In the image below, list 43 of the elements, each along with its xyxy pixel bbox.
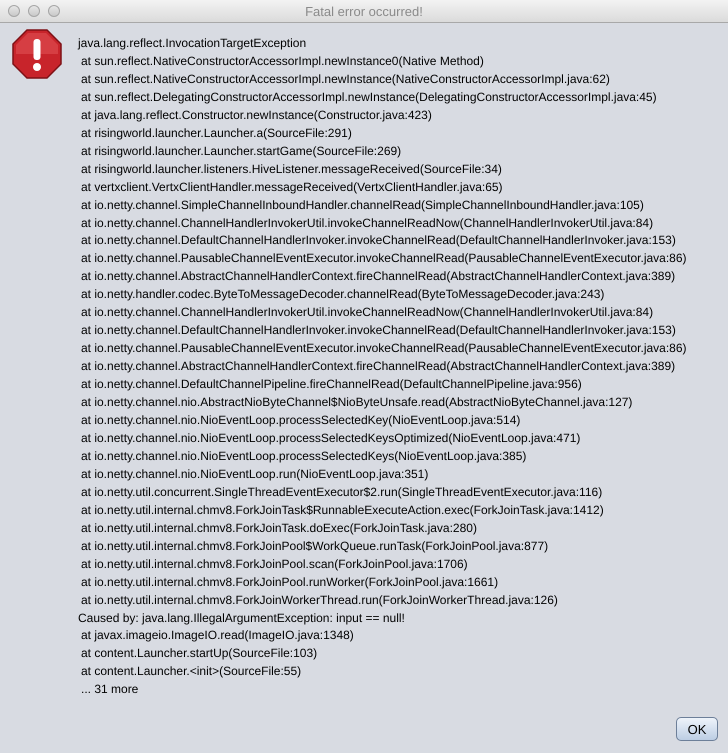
- error-icon: [12, 29, 62, 79]
- stack-trace-line: at io.netty.channel.DefaultChannelHandlerInvoker.invokeChannelRead(DefaultChannelHandlerInvoker.java:153): [80, 232, 676, 250]
- stack-trace-line: at sun.reflect.DelegatingConstructorAccessorImpl.newInstance(DelegatingConstructorAccessorImpl.java:45): [80, 88, 657, 106]
- stack-trace-line: at io.netty.util.internal.chmv8.ForkJoinTask$RunnableExecuteAction.exec(ForkJoinTask.java:1412): [80, 502, 604, 519]
- stack-trace-line: at io.netty.channel.ChannelHandlerInvokerUtil.invokeChannelReadNow(ChannelHandlerInvokerUtil.java:84): [80, 304, 654, 322]
- stack-trace-line: at io.netty.handler.codec.ByteToMessageDecoder.channelRead(ByteToMessageDecoder.java:243): [80, 286, 604, 304]
- stack-trace-line: at io.netty.util.internal.chmv8.ForkJoinTask.doExec(ForkJoinTask.java:280): [80, 520, 477, 537]
- stack-trace-line: at java.lang.reflect.Constructor.newInstance(Constructor.java:423): [80, 106, 432, 124]
- stack-trace-line: at io.netty.channel.nio.NioEventLoop.processSelectedKeysOptimized(NioEventLoop.java:471): [80, 430, 580, 447]
- minimize-button[interactable]: [28, 5, 40, 17]
- stack-trace-line: at io.netty.channel.nio.AbstractNioByteChannel$NioByteUnsafe.read(AbstractNioByteChannel.java:127): [80, 394, 632, 412]
- stack-trace-line: at io.netty.channel.DefaultChannelPipeline.fireChannelRead(DefaultChannelPipeline.java:956): [80, 376, 582, 394]
- stack-trace-line: at io.netty.channel.nio.NioEventLoop.processSelectedKey(NioEventLoop.java:514): [80, 412, 520, 430]
- stack-trace-line: at io.netty.util.internal.chmv8.ForkJoinPool.runWorker(ForkJoinPool.java:1661): [80, 574, 498, 591]
- stack-trace-line: at risingworld.launcher.Launcher.a(SourceFile:291): [80, 124, 352, 142]
- stack-trace-line: at io.netty.channel.AbstractChannelHandlerContext.fireChannelRead(AbstractChannelHandlerContext.java:389): [80, 358, 676, 376]
- exception-message: Caused by: java.lang.IllegalArgumentException: input == null!: [78, 610, 405, 626]
- stack-trace-line: ... 31 more: [80, 681, 138, 698]
- stack-trace-line: at io.netty.channel.SimpleChannelInboundHandler.channelRead(SimpleChannelInboundHandler.java:105): [80, 196, 644, 214]
- stack-trace-line: at io.netty.channel.PausableChannelEventExecutor.invokeChannelRead(PausableChannelEventExecutor.java:86): [80, 250, 687, 268]
- stack-trace-line: at sun.reflect.NativeConstructorAccessorImpl.newInstance(NativeConstructorAccessorImpl.java:62): [80, 70, 610, 88]
- exception-message: java.lang.reflect.InvocationTargetException: [78, 35, 306, 52]
- window-title: Fatal error occurred!: [305, 4, 423, 18]
- stack-trace-line: at risingworld.launcher.listeners.HiveListener.messageReceived(SourceFile:34): [80, 160, 502, 178]
- stack-trace-line: at io.netty.channel.PausableChannelEventExecutor.invokeChannelRead(PausableChannelEventExecutor.java:86): [80, 340, 687, 358]
- stack-trace-line: at io.netty.util.concurrent.SingleThreadEventExecutor$2.run(SingleThreadEventExecutor.java:116): [80, 484, 602, 501]
- stack-trace-line: at io.netty.util.internal.chmv8.ForkJoinPool$WorkQueue.runTask(ForkJoinPool.java:877): [80, 538, 548, 555]
- stack-trace-line: at io.netty.channel.AbstractChannelHandlerContext.fireChannelRead(AbstractChannelHandlerContext.java:389): [80, 268, 676, 286]
- close-button[interactable]: [8, 5, 20, 17]
- stack-trace-line: at sun.reflect.NativeConstructorAccessorImpl.newInstance0(Native Method): [80, 52, 484, 70]
- stack-trace-line: at javax.imageio.ImageIO.read(ImageIO.java:1348): [80, 627, 354, 644]
- stack-trace-line: at io.netty.channel.DefaultChannelHandlerInvoker.invokeChannelRead(DefaultChannelHandlerInvoker.java:153): [80, 322, 676, 340]
- ok-button[interactable]: OK: [676, 717, 718, 741]
- stack-trace-line: at io.netty.channel.nio.NioEventLoop.processSelectedKeys(NioEventLoop.java:385): [80, 448, 526, 465]
- stack-trace-line: at vertxclient.VertxClientHandler.messageReceived(VertxClientHandler.java:65): [80, 178, 503, 196]
- zoom-button[interactable]: [48, 5, 60, 17]
- stack-trace-line: at io.netty.util.internal.chmv8.ForkJoinWorkerThread.run(ForkJoinWorkerThread.java:126): [80, 592, 558, 609]
- stack-trace-line: at io.netty.channel.nio.NioEventLoop.run(NioEventLoop.java:351): [80, 466, 428, 483]
- stack-trace-line: at io.netty.channel.ChannelHandlerInvokerUtil.invokeChannelReadNow(ChannelHandlerInvokerUtil.java:84): [80, 214, 654, 232]
- stack-trace-line: at content.Launcher.<init>(SourceFile:55): [80, 663, 302, 680]
- stack-trace-line: at io.netty.util.internal.chmv8.ForkJoinPool.scan(ForkJoinPool.java:1706): [80, 556, 468, 573]
- stack-trace-line: at content.Launcher.startUp(SourceFile:103): [80, 645, 318, 662]
- stack-trace-line: at risingworld.launcher.Launcher.startGame(SourceFile:269): [80, 142, 402, 160]
